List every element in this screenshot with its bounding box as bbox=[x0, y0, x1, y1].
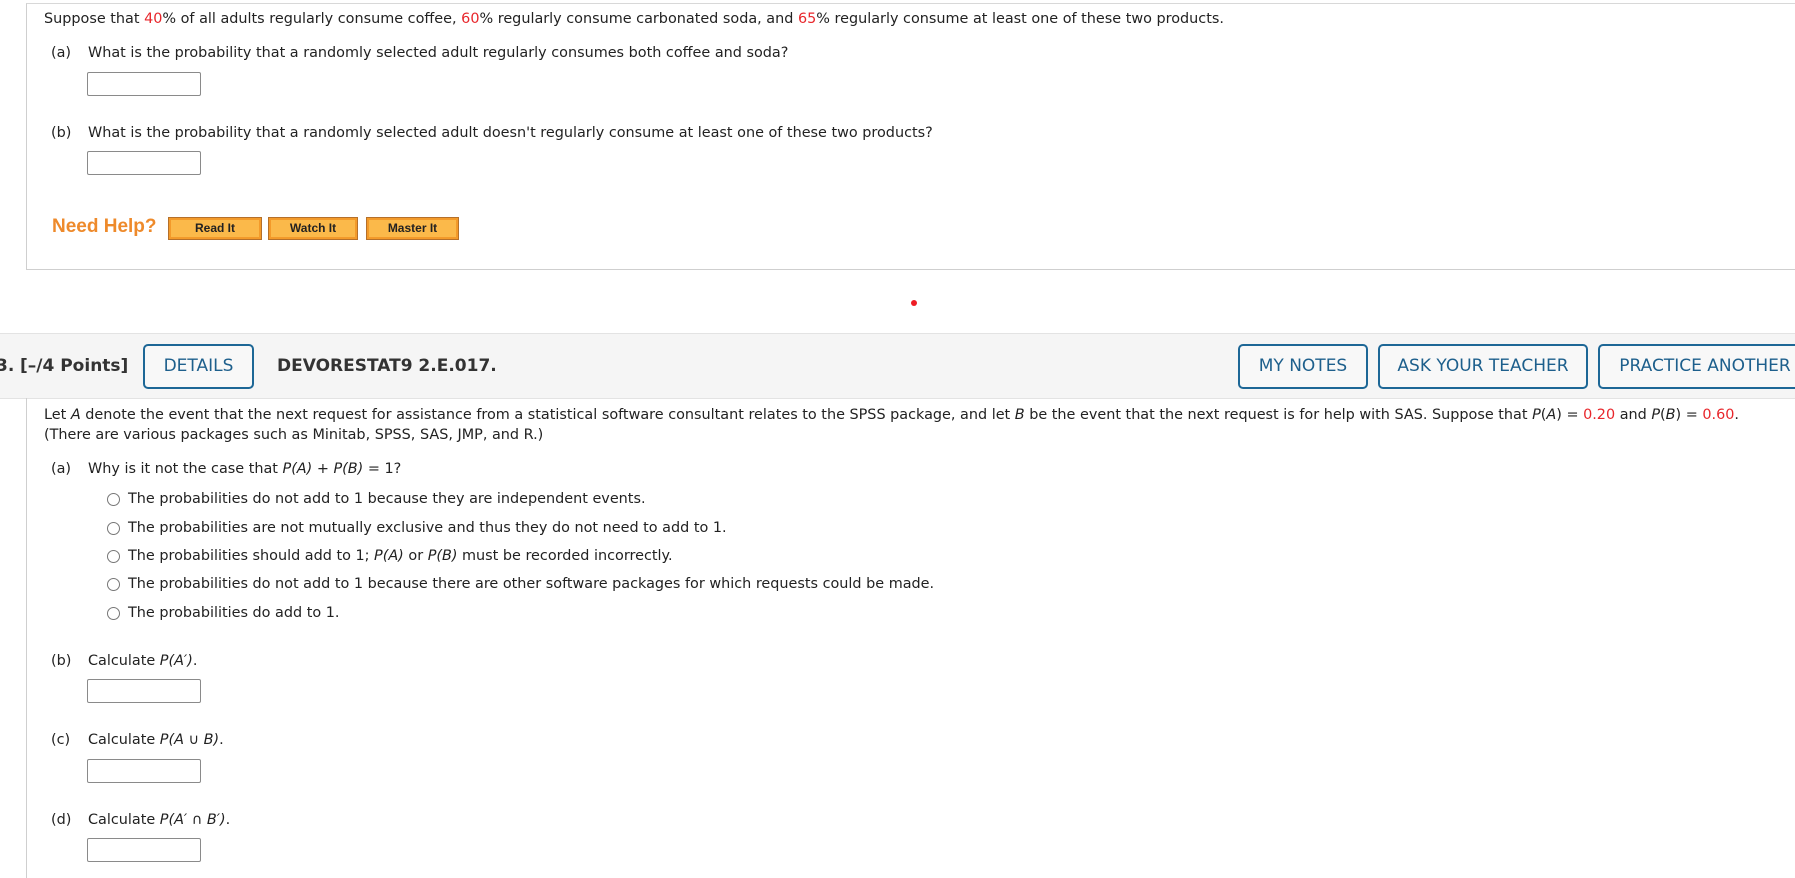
q3-part-c-label: (c) bbox=[51, 732, 71, 748]
question-2-intro: Suppose that 40% of all adults regularly… bbox=[44, 11, 1224, 27]
q3-part-d-answer-input[interactable] bbox=[87, 838, 201, 862]
expr-pb: P(B) bbox=[427, 548, 458, 564]
intro-text: be the event that the next request is fo… bbox=[1024, 407, 1533, 423]
question-text: Calculate bbox=[88, 653, 160, 669]
radio-button[interactable] bbox=[107, 493, 120, 506]
radio-button[interactable] bbox=[107, 550, 120, 563]
prob-b-value: 0.60 bbox=[1702, 407, 1735, 423]
radio-button[interactable] bbox=[107, 578, 120, 591]
q2-part-b-label: (b) bbox=[51, 125, 72, 141]
expr-pa: P(A) bbox=[282, 461, 313, 477]
option-label: The probabilities are not mutually exclu… bbox=[128, 520, 727, 536]
intro-text: Suppose that bbox=[44, 11, 145, 27]
question-points: [–/4 Points] bbox=[20, 356, 129, 376]
q3-part-a-label: (a) bbox=[51, 461, 72, 477]
watch-it-button[interactable]: Watch It bbox=[268, 217, 358, 240]
question-code: DEVORESTAT9 2.E.017. bbox=[277, 356, 497, 376]
q3-part-b-answer-input[interactable] bbox=[87, 679, 201, 703]
intro-text: % regularly consume at least one of thes… bbox=[816, 11, 1224, 27]
question-3-intro-line2: (There are various packages such as Mini… bbox=[44, 427, 544, 443]
expr: P(A′ ∩ B′) bbox=[159, 812, 226, 828]
question-text: Why is it not the case that bbox=[88, 461, 283, 477]
my-notes-button[interactable]: MY NOTES bbox=[1238, 344, 1368, 389]
intro-text: Let bbox=[44, 407, 71, 423]
expr-pa: P(A) bbox=[374, 548, 404, 564]
expr: P(A′) bbox=[159, 653, 193, 669]
expr: P(A ∪ B) bbox=[159, 732, 220, 748]
option-label: The probabilities should add to 1; P(A) … bbox=[128, 546, 673, 566]
option-label: The probabilities do not add to 1 becaus… bbox=[128, 576, 935, 592]
event-b: B bbox=[1665, 407, 1676, 423]
intro-text: % of all adults regularly consume coffee… bbox=[162, 11, 462, 27]
red-dot-marker bbox=[911, 300, 917, 306]
q2-part-a-label: (a) bbox=[51, 45, 72, 61]
read-it-button[interactable]: Read It bbox=[168, 217, 262, 240]
prob-symbol: P bbox=[1532, 407, 1541, 423]
option-text: The probabilities should add to 1; bbox=[128, 548, 375, 564]
master-it-button[interactable]: Master It bbox=[366, 217, 459, 240]
question-number: 3. bbox=[0, 356, 15, 376]
q3-part-b-label: (b) bbox=[51, 653, 72, 669]
period: . bbox=[1734, 407, 1739, 423]
event-a: A bbox=[1546, 407, 1557, 423]
prob-symbol: P bbox=[1651, 407, 1661, 423]
ask-your-teacher-button[interactable]: ASK YOUR TEACHER bbox=[1378, 344, 1588, 389]
equals: ) = bbox=[1556, 407, 1584, 423]
intro-text: and bbox=[1615, 407, 1652, 423]
equals: ) = bbox=[1675, 407, 1703, 423]
radio-button[interactable] bbox=[107, 607, 120, 620]
question-text: Calculate bbox=[88, 732, 160, 748]
q3-part-b-question: Calculate P(A′). bbox=[88, 653, 197, 669]
option-text: must be recorded incorrectly. bbox=[457, 548, 673, 564]
q3-part-a-question: Why is it not the case that P(A) + P(B) … bbox=[88, 461, 401, 477]
soda-percent-value: 60 bbox=[461, 11, 480, 27]
q2-part-b-answer-input[interactable] bbox=[87, 151, 201, 175]
question-3-header-bar: 3. [–/4 Points] DETAILS DEVORESTAT9 2.E.… bbox=[0, 333, 1795, 399]
q3-part-d-label: (d) bbox=[51, 812, 72, 828]
event-b: B bbox=[1014, 407, 1025, 423]
q3-part-c-answer-input[interactable] bbox=[87, 759, 201, 783]
prob-a-value: 0.20 bbox=[1583, 407, 1616, 423]
period: . bbox=[219, 732, 224, 748]
expr-pb: P(B) bbox=[333, 461, 364, 477]
details-button[interactable]: DETAILS bbox=[143, 344, 254, 389]
period: . bbox=[225, 812, 231, 828]
q3-part-c-question: Calculate P(A ∪ B). bbox=[88, 732, 224, 748]
radio-button[interactable] bbox=[107, 522, 120, 535]
event-a: A bbox=[70, 407, 81, 423]
intro-text: % regularly consume carbonated soda, and bbox=[479, 11, 798, 27]
plus: + bbox=[312, 461, 334, 477]
either-percent-value: 65 bbox=[797, 11, 817, 27]
question-3-intro-line1: Let A denote the event that the next req… bbox=[44, 407, 1739, 423]
q2-part-a-question: What is the probability that a randomly … bbox=[88, 45, 789, 61]
period: . bbox=[192, 653, 198, 669]
practice-another-button[interactable]: PRACTICE ANOTHER bbox=[1598, 344, 1795, 389]
option-label: The probabilities do not add to 1 becaus… bbox=[128, 491, 646, 507]
q2-part-a-answer-input[interactable] bbox=[87, 72, 201, 96]
option-text: or bbox=[403, 548, 428, 564]
question-text: = 1? bbox=[363, 461, 402, 477]
question-text: Calculate bbox=[88, 812, 160, 828]
intro-text: denote the event that the next request f… bbox=[80, 407, 1015, 423]
need-help-label: Need Help? bbox=[52, 216, 157, 237]
q3-part-d-question: Calculate P(A′ ∩ B′). bbox=[88, 812, 230, 828]
coffee-percent-value: 40 bbox=[144, 11, 163, 27]
option-label: The probabilities do add to 1. bbox=[128, 605, 340, 621]
q2-part-b-question: What is the probability that a randomly … bbox=[88, 125, 933, 141]
